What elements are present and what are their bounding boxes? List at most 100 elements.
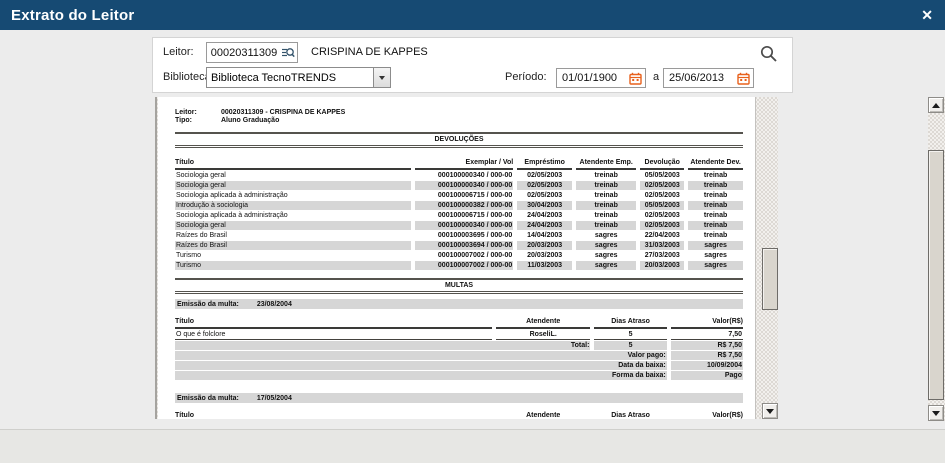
- cell-atendente-emp: treinab: [576, 191, 636, 200]
- emissao-date: 23/08/2004: [257, 301, 292, 308]
- multas-header-row: Título Atendente Dias Atraso Valor(R$): [175, 411, 743, 419]
- cell-emprestimo: 30/04/2003: [517, 201, 572, 210]
- emissao-date: 17/05/2004: [257, 395, 292, 402]
- dialog-titlebar: Extrato do Leitor ✕: [0, 0, 945, 30]
- report-leitor-row: Leitor: 00020311309 - CRISPINA DE KAPPES: [175, 109, 743, 117]
- data-baixa-label: Data da baixa:: [175, 361, 667, 370]
- extrato-do-leitor-dialog: Extrato do Leitor ✕ Leitor: 00020311309: [0, 0, 945, 463]
- cell-atendente-emp: sagres: [576, 251, 636, 260]
- valor-pago-label: Valor pago:: [175, 351, 667, 360]
- header-titulo: Título: [175, 411, 492, 419]
- cell-emprestimo: 02/05/2003: [517, 191, 572, 200]
- cell-atendente-emp: sagres: [576, 231, 636, 240]
- cell-exemplar: 000100000340 / 000-00: [415, 181, 514, 190]
- biblioteca-selected-value: Biblioteca TecnoTRENDS: [207, 72, 373, 84]
- multa-data-baixa-row: Data da baixa: 10/09/2004: [175, 361, 743, 370]
- leitor-input[interactable]: 00020311309: [206, 42, 298, 63]
- multas-table: Título Atendente Dias Atraso Valor(R$) O…: [171, 316, 747, 381]
- scroll-down-button[interactable]: [762, 403, 778, 419]
- cell-atendente-emp: treinab: [576, 221, 636, 230]
- close-icon[interactable]: ✕: [921, 0, 933, 30]
- cell-emprestimo: 20/03/2003: [517, 251, 572, 260]
- cell-devolucao: 05/05/2003: [640, 201, 684, 210]
- chevron-down-icon[interactable]: [373, 68, 390, 87]
- multa-block: Emissão da multa: 23/08/2004 Título Aten…: [175, 299, 743, 381]
- cell-exemplar: 000100000382 / 000-00: [415, 201, 514, 210]
- cell-exemplar: 000100003695 / 000-00: [415, 231, 514, 240]
- lookup-icon[interactable]: [281, 46, 295, 63]
- biblioteca-select[interactable]: Biblioteca TecnoTRENDS: [206, 67, 391, 88]
- periodo-from-value: 01/01/1900: [562, 72, 626, 84]
- cell-atendente-emp: treinab: [576, 201, 636, 210]
- report-viewer: Leitor: 00020311309 - CRISPINA DE KAPPES…: [155, 97, 778, 419]
- header-atendente-dev: Atendente Dev.: [688, 158, 743, 170]
- total-dias: 5: [594, 341, 666, 350]
- header-valor: Valor(R$): [671, 411, 743, 419]
- devolucoes-body: Sociologia geral 000100000340 / 000-00 0…: [175, 171, 743, 270]
- multa-total-row: Total: 5 R$ 7,50: [175, 341, 743, 350]
- devolucoes-row: Raízes do Brasil 000100003695 / 000-00 1…: [175, 231, 743, 240]
- leitor-name-text: CRISPINA DE KAPPES: [311, 46, 428, 58]
- cell-exemplar: 000100006715 / 000-00: [415, 211, 514, 220]
- cell-emprestimo: 11/03/2003: [517, 261, 572, 270]
- multa-block: Emissão da multa: 17/05/2004 Título Aten…: [175, 393, 743, 419]
- cell-devolucao: 02/05/2003: [640, 221, 684, 230]
- cell-emprestimo: 02/05/2003: [517, 181, 572, 190]
- dialog-body: Leitor: 00020311309 CRISPINA DE KAPPES: [0, 30, 945, 429]
- cell-atendente-dev: sagres: [688, 251, 743, 260]
- scrollbar-thumb[interactable]: [762, 248, 778, 310]
- multas-header-row: Título Atendente Dias Atraso Valor(R$): [175, 317, 743, 329]
- dialog-title: Extrato do Leitor: [0, 7, 134, 24]
- calendar-icon[interactable]: [737, 72, 750, 85]
- devolucoes-row: Sociologia geral 000100000340 / 000-00 0…: [175, 181, 743, 190]
- multa-valor-pago-row: Valor pago: R$ 7,50: [175, 351, 743, 360]
- cell-dias-atraso: 5: [594, 330, 666, 340]
- scrollbar-thumb[interactable]: [928, 150, 944, 400]
- cell-titulo: Raízes do Brasil: [175, 231, 411, 240]
- leitor-label: Leitor:: [163, 46, 194, 58]
- devolucoes-header-row: Título Exemplar / Vol Empréstimo Atenden…: [175, 158, 743, 170]
- dialog-vertical-scrollbar[interactable]: [928, 97, 945, 421]
- report-tipo-label: Tipo:: [175, 117, 221, 125]
- cell-titulo: O que é folclore: [175, 330, 492, 340]
- cell-atendente-dev: sagres: [688, 241, 743, 250]
- cell-titulo: Raízes do Brasil: [175, 241, 411, 250]
- periodo-to-value: 25/06/2013: [669, 72, 734, 84]
- devolucoes-row: Raízes do Brasil 000100003694 / 000-00 2…: [175, 241, 743, 250]
- cell-atendente-dev: treinab: [688, 211, 743, 220]
- valor-pago-value: R$ 7,50: [671, 351, 743, 360]
- devolucoes-row: Introdução à sociologia 000100000382 / 0…: [175, 201, 743, 210]
- forma-baixa-label: Forma da baixa:: [175, 371, 667, 380]
- cell-atendente-dev: treinab: [688, 221, 743, 230]
- periodo-to-input[interactable]: 25/06/2013: [663, 68, 754, 88]
- calendar-icon[interactable]: [629, 72, 642, 85]
- periodo-label: Período:: [505, 71, 547, 83]
- periodo-from-input[interactable]: 01/01/1900: [556, 68, 646, 88]
- devolucoes-row: Sociologia aplicada à administração 0001…: [175, 211, 743, 220]
- cell-emprestimo: 24/04/2003: [517, 211, 572, 220]
- cell-titulo: Turismo: [175, 251, 411, 260]
- cell-titulo: Introdução à sociologia: [175, 201, 411, 210]
- header-titulo: Título: [175, 158, 411, 170]
- section-devolucoes: DEVOLUÇÕES: [175, 132, 743, 148]
- cell-titulo: Turismo: [175, 261, 411, 270]
- cell-devolucao: 02/05/2003: [640, 191, 684, 200]
- scroll-up-button[interactable]: [928, 97, 944, 113]
- cell-emprestimo: 14/04/2003: [517, 231, 572, 240]
- header-dias-atraso: Dias Atraso: [594, 317, 666, 329]
- search-icon[interactable]: [759, 44, 778, 68]
- cell-devolucao: 02/05/2003: [640, 211, 684, 220]
- cell-atendente-dev: treinab: [688, 201, 743, 210]
- emissao-label: Emissão da multa:: [177, 301, 239, 308]
- cell-titulo: Sociologia geral: [175, 171, 411, 180]
- cell-devolucao: 02/05/2003: [640, 181, 684, 190]
- cell-atendente-dev: treinab: [688, 181, 743, 190]
- report-tipo-row: Tipo: Aluno Graduação: [175, 117, 743, 125]
- devolucoes-row: Sociologia geral 000100000340 / 000-00 2…: [175, 221, 743, 230]
- cell-atendente-emp: sagres: [576, 241, 636, 250]
- cell-titulo: Sociologia geral: [175, 181, 411, 190]
- header-titulo: Título: [175, 317, 492, 329]
- header-dias-atraso: Dias Atraso: [594, 411, 666, 419]
- scroll-down-button[interactable]: [928, 405, 944, 421]
- report-vertical-scrollbar[interactable]: [762, 97, 779, 419]
